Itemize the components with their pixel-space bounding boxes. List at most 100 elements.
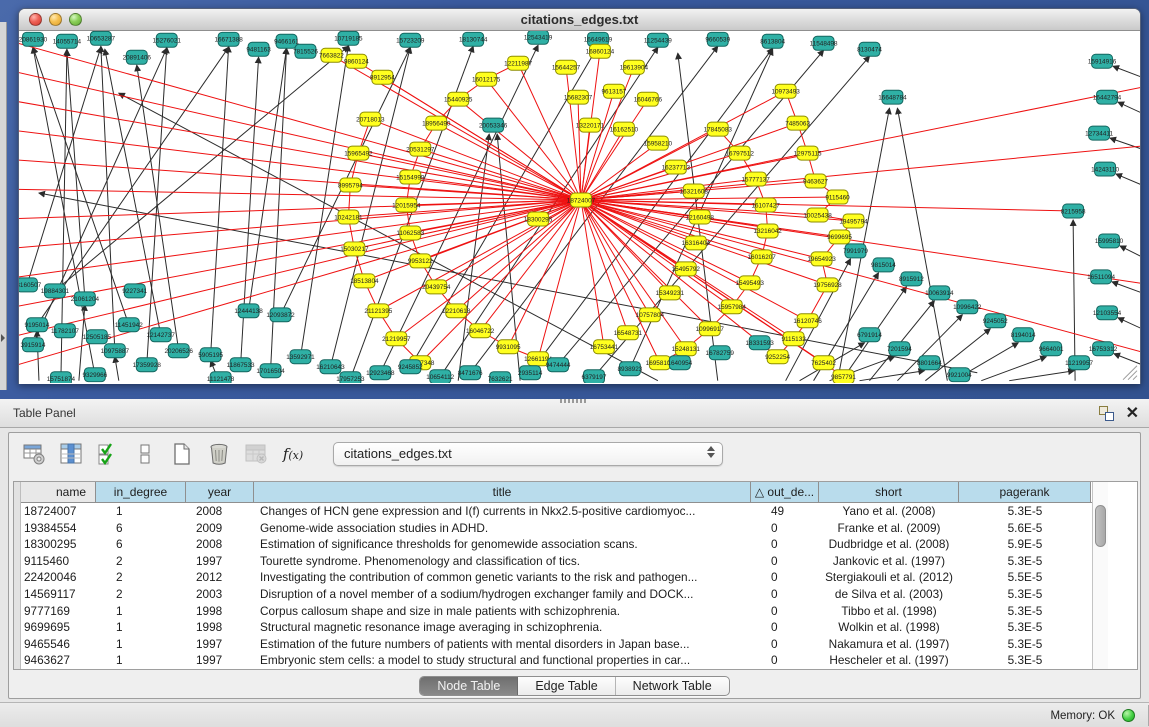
table-cell[interactable]: Hescheler et al. (1997) <box>819 652 959 669</box>
table-cell[interactable]: 1997 <box>186 636 254 653</box>
network-node[interactable]: 15751874 <box>47 372 76 383</box>
network-node[interactable]: 20439754 <box>422 280 451 294</box>
tab-node-table[interactable]: Node Table <box>420 677 518 695</box>
table-cell[interactable]: 2012 <box>186 569 254 586</box>
network-node[interactable]: 11548498 <box>810 36 838 50</box>
minimize-window-icon[interactable] <box>49 13 62 26</box>
network-node[interactable]: 6791914 <box>857 328 882 342</box>
network-node[interactable]: 8130474 <box>857 42 882 56</box>
scrollbar-thumb[interactable] <box>1095 505 1106 547</box>
network-node[interactable]: 9953122 <box>408 254 433 268</box>
table-cell[interactable]: 0 <box>751 553 819 570</box>
network-node[interactable]: 7663822 <box>319 48 344 62</box>
delete-column-icon[interactable] <box>204 439 234 469</box>
network-node[interactable]: 9463627 <box>803 174 828 188</box>
network-node[interactable]: 15495792 <box>672 262 701 276</box>
network-node[interactable]: 16046766 <box>634 92 663 106</box>
network-node[interactable]: 17845083 <box>704 122 733 136</box>
column-header-short[interactable]: short <box>819 482 959 502</box>
network-node[interactable]: 16316404 <box>682 236 711 250</box>
network-node[interactable]: 10242181 <box>334 210 363 224</box>
network-node[interactable]: 12103554 <box>1093 306 1122 320</box>
network-node[interactable]: 8194014 <box>1011 328 1036 342</box>
column-header-year[interactable]: year <box>186 482 254 502</box>
network-node[interactable]: 9860124 <box>344 54 369 68</box>
tab-edge-table[interactable]: Edge Table <box>518 677 615 695</box>
close-window-icon[interactable] <box>29 13 42 26</box>
table-mode-icon[interactable] <box>19 439 49 469</box>
network-node[interactable]: 21121395 <box>364 304 392 318</box>
network-node[interactable]: 10719185 <box>334 31 363 45</box>
table-cell[interactable]: 5.3E-5 <box>959 586 1091 603</box>
table-row[interactable]: 946362711997Embryonic stem cells: a mode… <box>21 652 1092 669</box>
network-node[interactable]: 5905195 <box>198 348 223 362</box>
float-panel-icon[interactable] <box>1099 406 1114 421</box>
network-node[interactable]: 16237713 <box>662 160 691 174</box>
network-node[interactable]: 12543419 <box>524 31 553 44</box>
window-titlebar[interactable]: citations_edges.txt <box>19 9 1140 31</box>
network-node[interactable]: 19495794 <box>839 214 868 228</box>
table-cell[interactable]: 19384554 <box>21 520 96 537</box>
table-cell[interactable]: 0 <box>751 586 819 603</box>
network-node[interactable]: 16442794 <box>1093 90 1122 104</box>
network-node[interactable]: 11867533 <box>227 358 255 372</box>
table-cell[interactable]: 6 <box>96 520 186 537</box>
network-node[interactable]: 16321608 <box>680 184 709 198</box>
network-node[interactable]: 20206526 <box>165 344 194 358</box>
network-node[interactable]: 10973493 <box>771 84 800 98</box>
network-node[interactable]: 9245852 <box>398 360 423 374</box>
network-node[interactable]: 16753312 <box>1089 342 1118 356</box>
table-cell[interactable]: 49 <box>751 503 819 520</box>
network-node[interactable]: 21061204 <box>71 292 100 306</box>
table-cell[interactable]: 5.5E-5 <box>959 569 1091 586</box>
network-node[interactable]: 15965492 <box>344 146 373 160</box>
network-node[interactable]: 11062583 <box>396 226 424 240</box>
function-builder-icon[interactable]: f(x) <box>278 439 308 469</box>
network-node[interactable]: 10653287 <box>87 31 116 45</box>
table-cell[interactable]: 9699695 <box>21 619 96 636</box>
table-cell[interactable]: Genome-wide association studies in ADHD. <box>254 520 751 537</box>
network-node[interactable]: 3915914 <box>21 338 46 352</box>
network-node[interactable]: 21219957 <box>382 332 411 346</box>
network-node[interactable]: 20053346 <box>479 118 508 132</box>
table-row[interactable]: 969969511998Structural magnetic resonanc… <box>21 619 1092 636</box>
table-cell[interactable]: 1 <box>96 652 186 669</box>
splitter-grip[interactable] <box>560 399 588 403</box>
network-node[interactable]: 16671388 <box>214 32 243 46</box>
network-node[interactable]: 19756928 <box>813 278 842 292</box>
network-view-window[interactable]: citations_edges.txt 20861930140557141065… <box>18 8 1141 384</box>
zoom-window-icon[interactable] <box>69 13 82 26</box>
network-node[interactable]: 12975115 <box>794 146 822 160</box>
network-node[interactable]: 10975887 <box>101 344 130 358</box>
network-node[interactable]: 12444138 <box>234 304 263 318</box>
network-node[interactable]: 12734411 <box>1085 126 1113 140</box>
table-cell[interactable]: 6 <box>96 536 186 553</box>
network-node[interactable]: 16860124 <box>586 44 615 58</box>
table-cell[interactable]: 5.3E-5 <box>959 503 1091 520</box>
network-node[interactable]: 15958210 <box>644 136 673 150</box>
table-row[interactable]: 1872400712008Changes of HCN gene express… <box>21 503 1092 520</box>
network-node[interactable]: 10996422 <box>953 300 982 314</box>
table-cell[interactable]: 0 <box>751 520 819 537</box>
network-node[interactable]: 9815014 <box>871 258 896 272</box>
network-node[interactable]: 15495493 <box>736 276 765 290</box>
network-node[interactable]: 9921004 <box>947 368 972 382</box>
table-row[interactable]: 2242004622012Investigating the contribut… <box>21 569 1092 586</box>
network-node[interactable]: 13592971 <box>286 350 315 364</box>
network-node[interactable]: 9931095 <box>496 340 521 354</box>
table-cell[interactable]: 0 <box>751 603 819 620</box>
network-node[interactable]: 16210643 <box>316 360 345 374</box>
close-panel-icon[interactable]: ✕ <box>1126 399 1139 428</box>
table-cell[interactable]: 2008 <box>186 536 254 553</box>
network-node[interactable]: 12142737 <box>147 328 176 342</box>
network-node[interactable]: 9699695 <box>827 230 852 244</box>
table-row[interactable]: 1456911722003Disruption of a novel membe… <box>21 586 1092 603</box>
network-node[interactable]: 11782107 <box>51 324 79 338</box>
network-node[interactable]: 16648784 <box>878 90 907 104</box>
table-cell[interactable]: 22420046 <box>21 569 96 586</box>
table-cell[interactable]: 1 <box>96 503 186 520</box>
table-cell[interactable]: 5.3E-5 <box>959 603 1091 620</box>
table-row[interactable]: 977716911998Corpus callosum shape and si… <box>21 603 1092 620</box>
table-cell[interactable]: Stergiakouli et al. (2012) <box>819 569 959 586</box>
network-node[interactable]: 12210618 <box>442 304 471 318</box>
